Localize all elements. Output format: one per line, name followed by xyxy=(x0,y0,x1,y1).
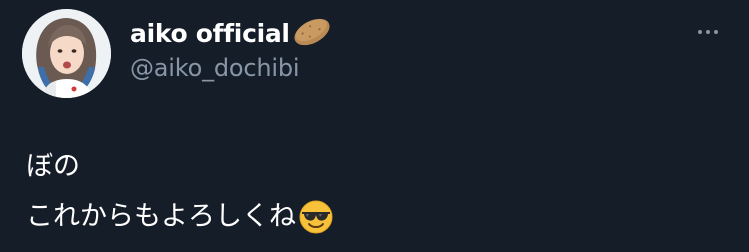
tweet-line-text: これからもよろしくね xyxy=(26,201,296,232)
more-options-icon xyxy=(714,30,718,34)
tweet-text: ぼの これからもよろしくね xyxy=(26,142,334,242)
potato-icon xyxy=(291,14,333,50)
more-options-icon xyxy=(698,30,702,34)
avatar[interactable] xyxy=(22,9,111,98)
tweet-line: これからもよろしくね xyxy=(26,192,334,242)
name-row: aiko official xyxy=(130,14,333,52)
tweet-line-text: ぼの xyxy=(26,151,80,182)
avatar-image xyxy=(22,9,111,98)
smiling-face-with-sunglasses-icon xyxy=(298,199,334,235)
tweet-line: ぼの xyxy=(26,142,334,192)
display-name[interactable]: aiko official xyxy=(130,21,290,46)
more-options-button[interactable] xyxy=(690,22,726,42)
tweet-card: aiko official @aiko_dochibi ぼの これからもよろしく… xyxy=(0,0,749,249)
more-options-icon xyxy=(706,30,710,34)
user-handle[interactable]: @aiko_dochibi xyxy=(130,54,300,83)
